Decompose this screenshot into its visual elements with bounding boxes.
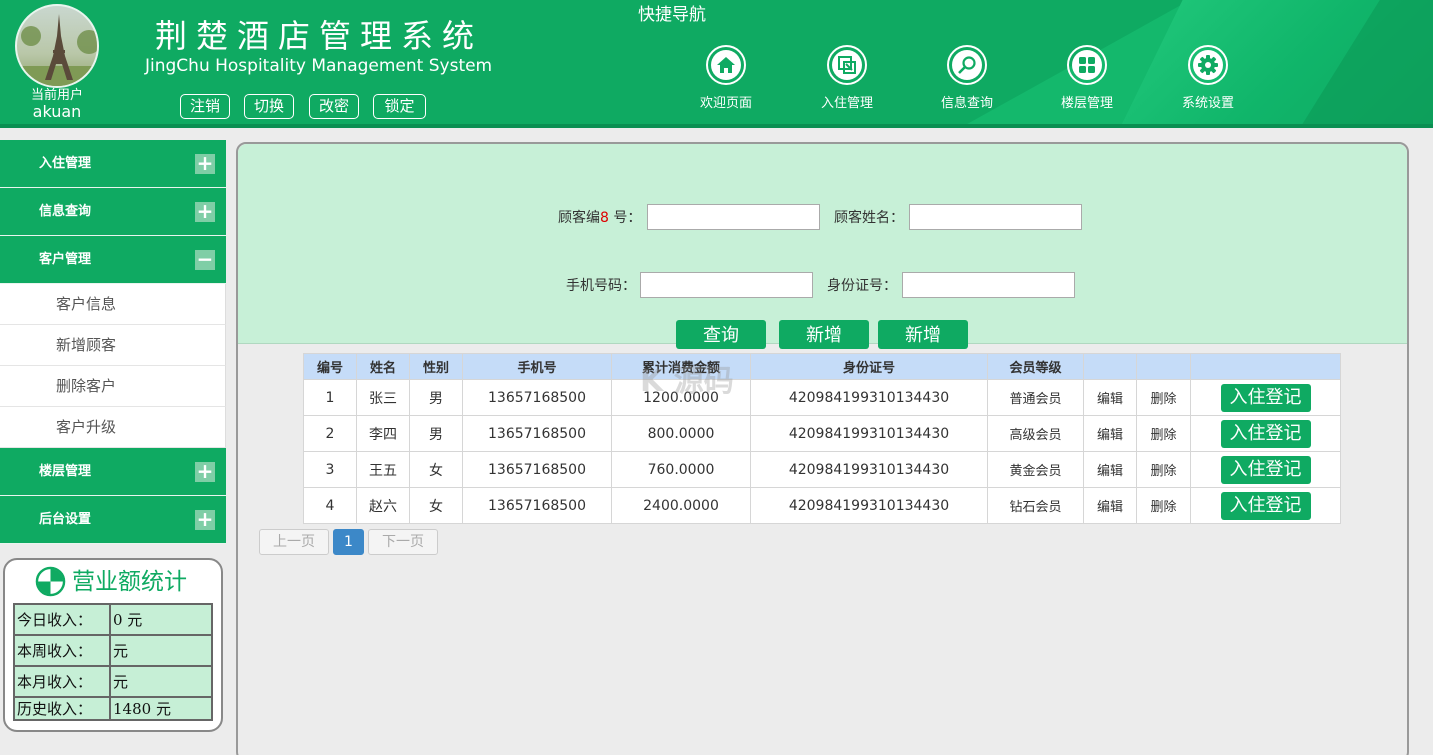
add-button[interactable]: 新增 bbox=[779, 320, 869, 349]
expand-icon[interactable]: + bbox=[195, 201, 215, 222]
sidebar-section-checkin[interactable]: 入住管理 + bbox=[0, 140, 226, 188]
sidebar-item-add-customer[interactable]: 新增顾客 bbox=[0, 325, 226, 366]
add-button-2[interactable]: 新增 bbox=[878, 320, 968, 349]
revenue-row: 本周收入：元 bbox=[13, 634, 213, 667]
expand-icon[interactable]: + bbox=[195, 153, 215, 174]
search-icon bbox=[958, 56, 976, 74]
nav-checkin[interactable]: 入住管理 bbox=[802, 45, 892, 112]
switch-user-button[interactable]: 切换 bbox=[244, 94, 294, 119]
delete-link[interactable]: 删除 bbox=[1136, 379, 1191, 416]
delete-link[interactable]: 删除 bbox=[1136, 415, 1191, 452]
watermark: K 源码 bbox=[640, 364, 734, 399]
phone-label: 手机号码： bbox=[566, 278, 636, 294]
eiffel-tower-icon bbox=[17, 14, 97, 86]
id-card-input[interactable] bbox=[902, 272, 1075, 298]
checkin-icon bbox=[838, 56, 856, 74]
checkin-register-button[interactable]: 入住登记 bbox=[1220, 491, 1311, 520]
sidebar-item-customer-info[interactable]: 客户信息 bbox=[0, 284, 226, 325]
sidebar-section-info-query[interactable]: 信息查询 + bbox=[0, 188, 226, 236]
revenue-stats-title: 营业额统计 bbox=[72, 568, 187, 595]
sidebar: 入住管理 + 信息查询 + 客户管理 − 客户信息 新增顾客 删除客户 客户升级… bbox=[0, 140, 226, 544]
customer-name-label: 顾客姓名： bbox=[834, 210, 904, 226]
customer-id-input[interactable] bbox=[647, 204, 820, 230]
revenue-row: 本月收入：元 bbox=[13, 665, 213, 698]
revenue-row: 今日收入： 0 元 bbox=[13, 603, 213, 636]
grid-icon bbox=[1079, 57, 1095, 73]
expand-icon[interactable]: + bbox=[195, 509, 215, 530]
delete-link[interactable]: 删除 bbox=[1136, 487, 1191, 524]
quick-nav-title: 快捷导航 bbox=[638, 5, 706, 25]
sidebar-section-floor[interactable]: 楼层管理 + bbox=[0, 448, 226, 496]
current-user-name: akuan bbox=[32, 102, 82, 121]
checkin-register-button[interactable]: 入住登记 bbox=[1220, 383, 1311, 412]
collapse-icon[interactable]: − bbox=[195, 249, 215, 270]
sidebar-item-delete-customer[interactable]: 删除客户 bbox=[0, 366, 226, 407]
header: 当前用户 akuan 荆楚酒店管理系统 JingChu Hospitality … bbox=[0, 0, 1433, 128]
home-icon bbox=[717, 57, 735, 73]
table-row: 3 王五 女 13657168500 760.0000 420984199310… bbox=[303, 451, 1341, 488]
checkin-register-button[interactable]: 入住登记 bbox=[1220, 455, 1311, 484]
expand-icon[interactable]: + bbox=[195, 461, 215, 482]
table-header-row: 编号 姓名 性别 手机号 累计消费金额 身份证号 会员等级 bbox=[303, 353, 1341, 380]
avatar bbox=[15, 4, 99, 88]
search-panel: 顾客编8 号： 顾客姓名： 手机号码： 身份证号： bbox=[238, 144, 1407, 344]
nav-system-settings[interactable]: 系统设置 bbox=[1163, 45, 1253, 112]
current-user-label: 当前用户 bbox=[30, 88, 83, 103]
sidebar-section-customer[interactable]: 客户管理 − bbox=[0, 236, 226, 284]
revenue-stats-panel: 营业额统计 今日收入： 0 元 本周收入：元 本月收入：元 历史收入： 1480 元 bbox=[3, 558, 223, 732]
gear-icon bbox=[1198, 55, 1218, 75]
prev-page-button[interactable]: 上一页 bbox=[259, 529, 329, 555]
sidebar-section-backend[interactable]: 后台设置 + bbox=[0, 496, 226, 544]
customer-name-input[interactable] bbox=[909, 204, 1082, 230]
revenue-row: 历史收入： 1480 元 bbox=[13, 696, 213, 721]
checkin-register-button[interactable]: 入住登记 bbox=[1220, 419, 1311, 448]
nav-info-query[interactable]: 信息查询 bbox=[922, 45, 1012, 112]
table-row: 4 赵六 女 13657168500 2400.0000 42098419931… bbox=[303, 487, 1341, 524]
change-password-button[interactable]: 改密 bbox=[309, 94, 359, 119]
id-card-label: 身份证号： bbox=[827, 278, 897, 294]
customer-id-label: 顾客编8 号： bbox=[558, 210, 642, 226]
edit-link[interactable]: 编辑 bbox=[1083, 451, 1137, 488]
revenue-table: 今日收入： 0 元 本周收入：元 本月收入：元 历史收入： 1480 元 bbox=[13, 603, 213, 721]
query-button[interactable]: 查询 bbox=[676, 320, 766, 349]
delete-link[interactable]: 删除 bbox=[1136, 451, 1191, 488]
next-page-button[interactable]: 下一页 bbox=[368, 529, 438, 555]
pie-chart-icon bbox=[35, 566, 66, 597]
edit-link[interactable]: 编辑 bbox=[1083, 415, 1137, 452]
edit-link[interactable]: 编辑 bbox=[1083, 379, 1137, 416]
customer-table: 编号 姓名 性别 手机号 累计消费金额 身份证号 会员等级 1 张三 男 136… bbox=[303, 353, 1341, 524]
table-row: 1 张三 男 13657168500 1200.0000 42098419931… bbox=[303, 379, 1341, 416]
page-1-button[interactable]: 1 bbox=[333, 529, 364, 555]
logout-button[interactable]: 注销 bbox=[180, 94, 230, 119]
phone-input[interactable] bbox=[640, 272, 813, 298]
sidebar-item-customer-upgrade[interactable]: 客户升级 bbox=[0, 407, 226, 448]
table-row: 2 李四 男 13657168500 800.0000 420984199310… bbox=[303, 415, 1341, 452]
edit-link[interactable]: 编辑 bbox=[1083, 487, 1137, 524]
system-title: 荆楚酒店管理系统 bbox=[155, 17, 484, 55]
nav-welcome[interactable]: 欢迎页面 bbox=[681, 45, 771, 112]
system-subtitle: JingChu Hospitality Management System bbox=[145, 56, 493, 76]
nav-floor-management[interactable]: 楼层管理 bbox=[1042, 45, 1132, 112]
lock-button[interactable]: 锁定 bbox=[373, 94, 426, 119]
